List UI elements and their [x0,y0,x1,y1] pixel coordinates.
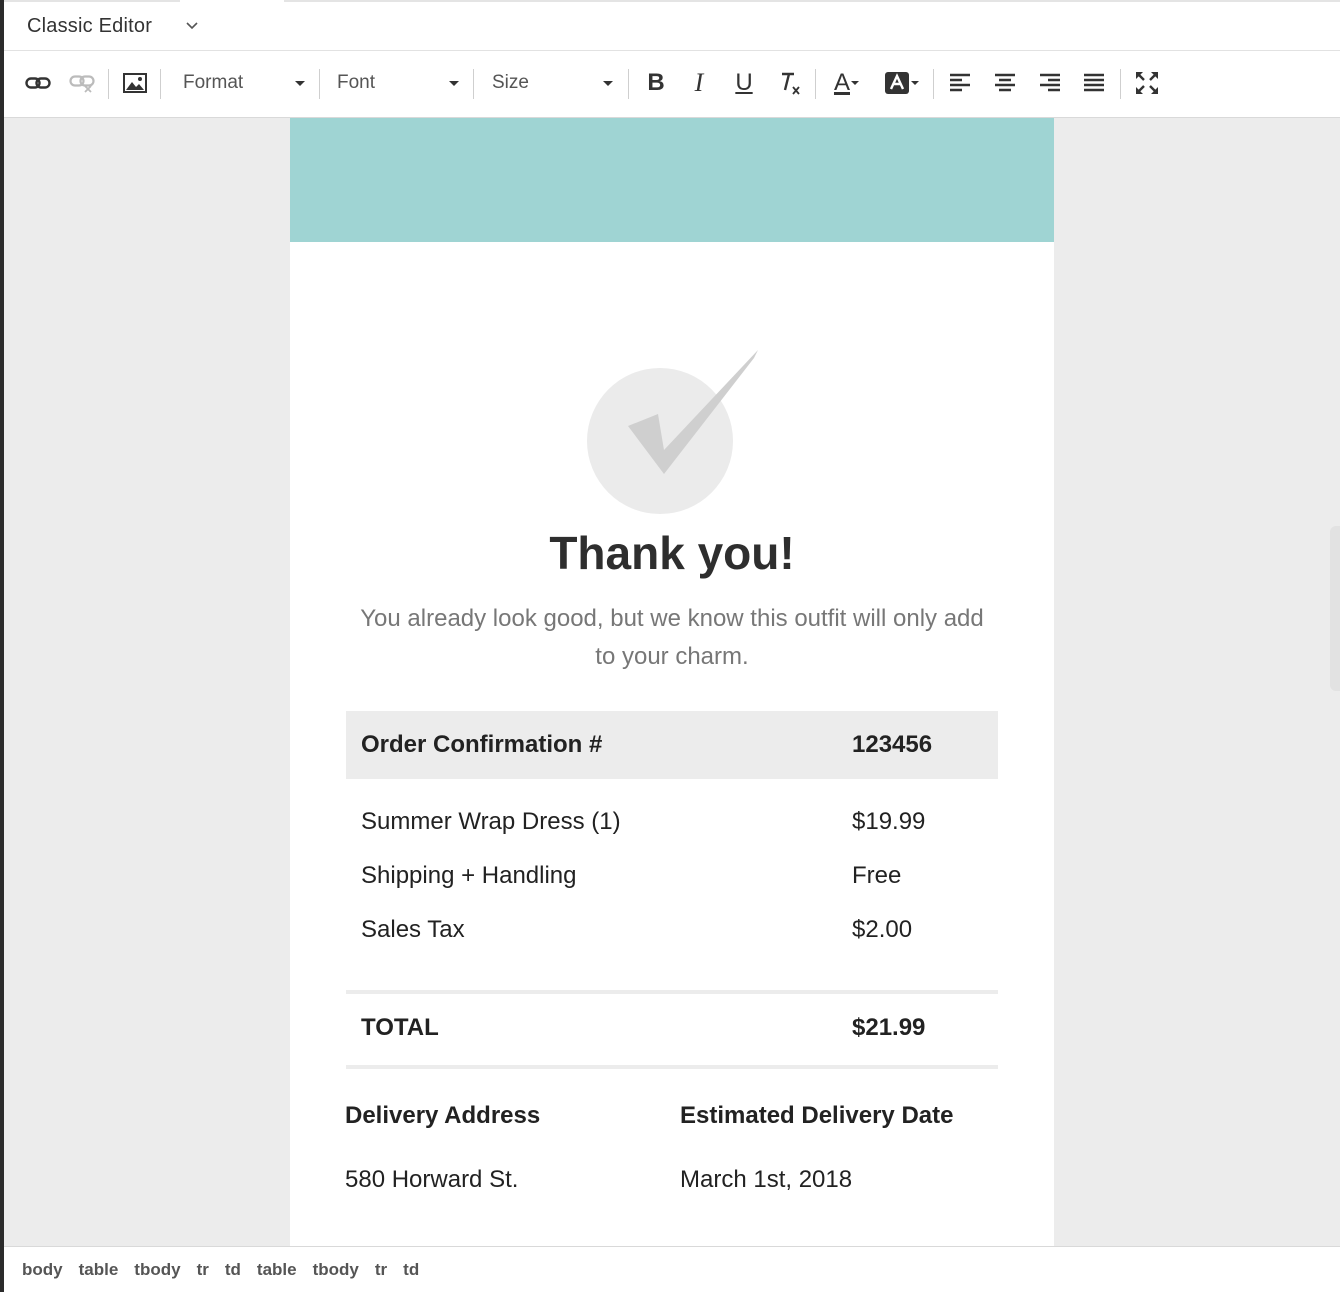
line-item-label: Shipping + Handling [361,862,577,889]
size-label: Size [492,72,529,93]
toolbar-separator [1120,69,1121,99]
maximize-icon [1136,72,1158,94]
editor-mode-dropdown[interactable]: Classic Editor [27,15,152,38]
italic-icon: I [694,68,704,97]
path-item[interactable]: body [22,1260,63,1280]
path-item[interactable]: td [225,1260,241,1280]
line-item-label: Summer Wrap Dress (1) [361,808,621,835]
remove-format-icon [782,72,800,95]
line-item: Summer Wrap Dress (1) $19.99 [346,802,998,842]
toolbar-separator [628,69,629,99]
toolbar-separator [108,69,109,99]
divider [346,1065,998,1069]
path-item[interactable]: tr [375,1260,387,1280]
scrollbar-handle[interactable] [1330,526,1340,691]
italic-button[interactable]: I [685,65,713,101]
order-number: 123456 [852,731,933,758]
link-icon [25,77,51,89]
align-right-button[interactable] [1036,65,1064,101]
bold-icon: B [647,69,665,96]
path-item[interactable]: table [257,1260,297,1280]
thank-you-subtext: You already look good, but we know this … [360,605,984,670]
bold-button[interactable]: B [642,65,670,101]
remove-format-button[interactable] [774,65,804,101]
chevron-down-icon[interactable] [184,18,200,34]
line-item-label: Sales Tax [361,916,465,943]
checkmark-icon [628,350,758,474]
toolbar-separator [815,69,816,99]
align-justify-icon [1084,73,1104,92]
email-body[interactable]: Thank you! You already look good, but we… [290,118,1054,1246]
element-path-bar: body table tbody tr td table tbody tr td [4,1246,1340,1293]
unlink-button[interactable] [66,65,98,101]
image-button[interactable] [120,65,150,101]
line-item: Sales Tax $2.00 [346,910,998,950]
format-dropdown[interactable]: Format [183,65,305,101]
background-color-button[interactable] [882,65,922,101]
align-center-icon [995,73,1015,92]
path-item[interactable]: tr [197,1260,209,1280]
delivery-address-label: Delivery Address [345,1102,541,1129]
header-banner [290,118,1054,242]
font-dropdown[interactable]: Font [337,65,459,101]
order-confirmation-row: Order Confirmation # 123456 [346,711,998,779]
editor-canvas[interactable]: Thank you! You already look good, but we… [4,118,1340,1246]
caret-down-icon [603,81,613,86]
align-left-icon [950,73,970,92]
link-button[interactable] [22,65,54,101]
font-label: Font [337,72,376,93]
path-item[interactable]: tbody [313,1260,359,1280]
background-color-icon [885,72,909,94]
align-left-button[interactable] [946,65,974,101]
editor-toolbar: Format Font Size B I U A [4,51,1340,118]
editor-mode-bar: Classic Editor [4,2,1340,51]
divider [346,990,998,994]
line-item-value: $19.99 [852,808,926,835]
delivery-date-label: Estimated Delivery Date [680,1102,954,1129]
justify-button[interactable] [1080,65,1108,101]
caret-down-icon [295,81,305,86]
caret-down-icon [449,81,459,86]
text-color-button[interactable]: A [828,65,866,101]
delivery-address: 580 Horward St. [345,1166,519,1193]
size-dropdown[interactable]: Size [492,65,613,101]
total-row: TOTAL $21.99 [346,1008,998,1048]
thank-you-heading: Thank you! [549,527,795,579]
image-icon [123,73,147,93]
align-center-button[interactable] [991,65,1019,101]
caret-down-icon [851,81,859,85]
total-label: TOTAL [361,1014,439,1041]
path-item[interactable]: table [79,1260,119,1280]
delivery-date: March 1st, 2018 [680,1166,853,1193]
order-confirmation-label: Order Confirmation # [361,731,603,758]
unlink-icon [69,75,95,93]
toolbar-separator [319,69,320,99]
toolbar-separator [933,69,934,99]
format-label: Format [183,72,244,93]
underline-button[interactable]: U [730,65,758,101]
path-item[interactable]: td [403,1260,419,1280]
toolbar-separator [160,69,161,99]
path-item[interactable]: tbody [134,1260,180,1280]
total-value: $21.99 [852,1014,926,1041]
element-path: body table tbody tr td table tbody tr td [22,1260,435,1280]
text-color-icon: A [833,69,850,96]
toolbar-separator [473,69,474,99]
underline-icon: U [735,69,753,96]
line-item: Shipping + Handling Free [346,856,998,896]
align-right-icon [1040,73,1060,92]
maximize-button[interactable] [1132,65,1162,101]
caret-down-icon [911,81,919,85]
line-item-value: Free [852,862,902,889]
line-item-value: $2.00 [852,916,913,943]
